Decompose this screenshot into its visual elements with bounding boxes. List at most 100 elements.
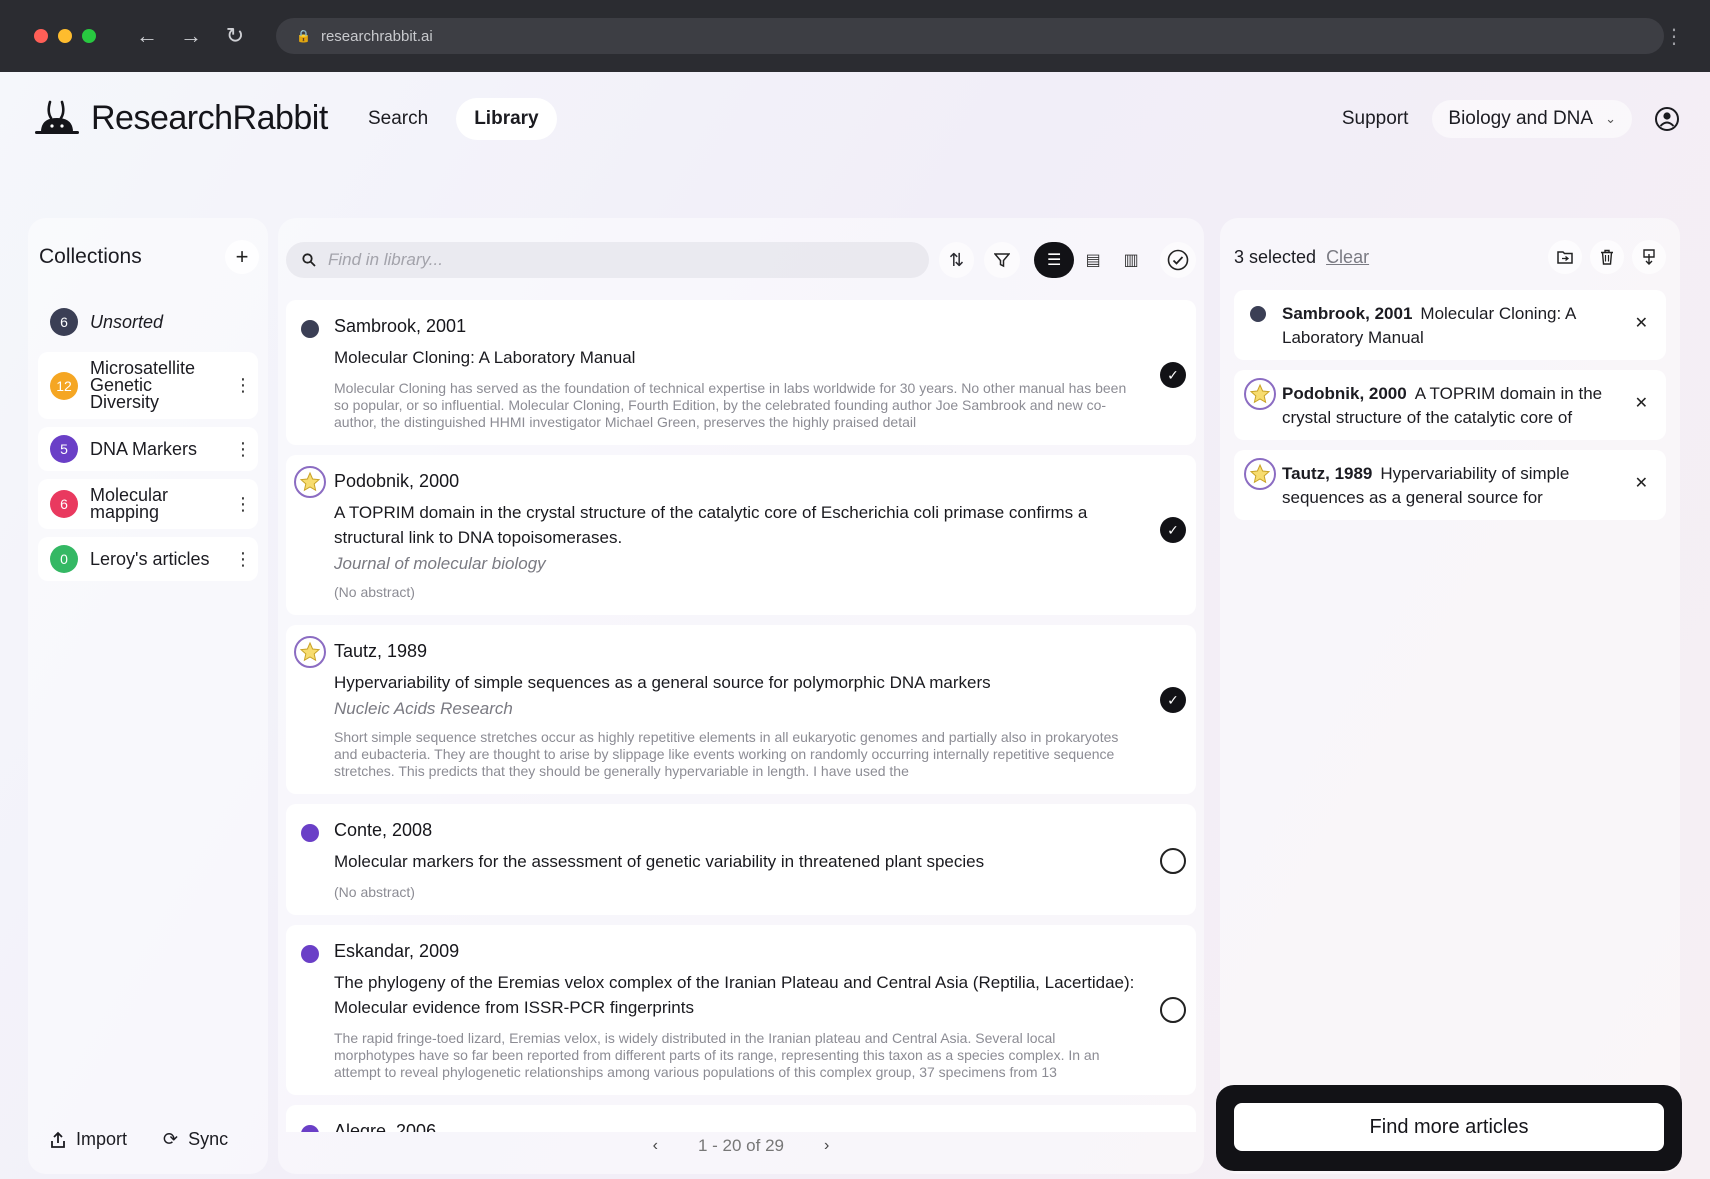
sync-label: Sync bbox=[188, 1129, 229, 1149]
collections-header: Collections + bbox=[39, 240, 259, 274]
brand-logo[interactable]: ResearchRabbit bbox=[33, 98, 328, 138]
browser-menu-icon[interactable]: ⋮ bbox=[1664, 24, 1684, 49]
compact-view-button[interactable]: ▤ bbox=[1074, 242, 1112, 278]
article-marker bbox=[1244, 458, 1276, 490]
library-panel: ⇅ ☰ ▤ ▥ bbox=[278, 218, 1204, 1174]
list-view-button[interactable]: ☰ bbox=[1034, 242, 1075, 278]
collection-count-badge: 6 bbox=[50, 308, 78, 336]
remove-selection-icon[interactable]: ✕ bbox=[1635, 312, 1648, 336]
article-card[interactable]: Podobnik, 2000 A TOPRIM domain in the cr… bbox=[286, 455, 1196, 615]
maximize-window-button[interactable] bbox=[82, 29, 96, 43]
column-view-button[interactable]: ▥ bbox=[1112, 242, 1150, 278]
forward-arrow-icon[interactable]: → bbox=[180, 23, 202, 49]
article-select-checkbox[interactable] bbox=[1160, 997, 1186, 1023]
collection-item-molecular-mapping[interactable]: 6 Molecular mapping ⋮ bbox=[38, 479, 258, 529]
url-text: researchrabbit.ai bbox=[320, 27, 433, 45]
selected-article[interactable]: Sambrook, 2001 Molecular Cloning: A Labor… bbox=[1234, 290, 1666, 360]
collection-item-dna-markers[interactable]: 5 DNA Markers ⋮ bbox=[38, 427, 258, 471]
support-link[interactable]: Support bbox=[1332, 100, 1419, 138]
clear-selection-link[interactable]: Clear bbox=[1326, 247, 1369, 268]
nav-tab-search[interactable]: Search bbox=[350, 98, 446, 140]
article-select-checkbox[interactable] bbox=[1160, 848, 1186, 874]
topbar: ResearchRabbit Search Library Support Bi… bbox=[0, 72, 1710, 172]
article-author: Podobnik, 2000 bbox=[334, 471, 460, 491]
collections-panel: Collections + 6 Unsorted 12 Microsatelli… bbox=[28, 218, 268, 1174]
article-card[interactable]: Alegre, 2006 bbox=[286, 1105, 1196, 1132]
add-collection-button[interactable]: + bbox=[225, 240, 259, 274]
browser-nav: ← → ↻ bbox=[136, 23, 246, 49]
back-arrow-icon[interactable]: ← bbox=[136, 23, 158, 49]
article-card[interactable]: Tautz, 1989 Hypervariability of simple s… bbox=[286, 625, 1196, 794]
chevron-right-icon[interactable]: › bbox=[824, 1137, 829, 1155]
collection-name: Leroy's articles bbox=[90, 548, 210, 569]
star-icon bbox=[1244, 458, 1276, 490]
move-to-collection-button[interactable] bbox=[1548, 240, 1582, 274]
article-card[interactable]: Eskandar, 2009 The phylogeny of the Erem… bbox=[286, 925, 1196, 1095]
more-options-icon[interactable]: ⋮ bbox=[234, 494, 252, 515]
article-journal: Journal of molecular biology bbox=[334, 554, 546, 573]
selected-article-author: Tautz, 1989 bbox=[1282, 464, 1373, 483]
reload-icon[interactable]: ↻ bbox=[224, 23, 246, 49]
article-abstract: (No abstract) bbox=[334, 584, 415, 600]
check-circle-icon bbox=[1167, 249, 1189, 271]
collections-title: Collections bbox=[39, 245, 142, 268]
collection-item-unsorted[interactable]: 6 Unsorted bbox=[38, 300, 258, 344]
selected-article[interactable]: Podobnik, 2000 A TOPRIM domain in the cry… bbox=[1234, 370, 1666, 440]
address-bar[interactable]: 🔒 researchrabbit.ai bbox=[276, 18, 1664, 54]
article-title[interactable]: Molecular markers for the assessment of … bbox=[334, 849, 1136, 874]
selection-header: 3 selected Clear bbox=[1234, 240, 1666, 274]
article-card[interactable]: Sambrook, 2001 Molecular Cloning: A Labo… bbox=[286, 300, 1196, 445]
sync-icon: ⟳ bbox=[163, 1129, 179, 1149]
close-window-button[interactable] bbox=[34, 29, 48, 43]
chevron-left-icon[interactable]: ‹ bbox=[653, 1137, 658, 1155]
user-account-icon[interactable] bbox=[1654, 106, 1680, 132]
article-marker bbox=[298, 943, 319, 963]
more-options-icon[interactable]: ⋮ bbox=[234, 439, 252, 460]
collection-item-microsatellite[interactable]: 12 Microsatellite Genetic Diversity ⋮ bbox=[38, 352, 258, 419]
remove-selection-icon[interactable]: ✕ bbox=[1635, 392, 1648, 416]
more-options-icon[interactable]: ⋮ bbox=[234, 549, 252, 570]
collection-name: Microsatellite Genetic Diversity bbox=[90, 358, 196, 412]
article-abstract: Molecular Cloning has served as the foun… bbox=[334, 380, 1127, 430]
article-select-checkbox[interactable]: ✓ bbox=[1160, 517, 1186, 543]
collection-name: Unsorted bbox=[90, 311, 164, 332]
collection-dot-icon bbox=[1250, 306, 1266, 322]
minimize-window-button[interactable] bbox=[58, 29, 72, 43]
brand-name: ResearchRabbit bbox=[91, 98, 328, 137]
article-card[interactable]: Conte, 2008 Molecular markers for the as… bbox=[286, 804, 1196, 915]
export-button[interactable] bbox=[1632, 240, 1666, 274]
article-title[interactable]: A TOPRIM domain in the crystal structure… bbox=[334, 500, 1136, 550]
more-options-icon[interactable]: ⋮ bbox=[234, 375, 252, 396]
download-icon bbox=[1643, 249, 1655, 265]
article-author: Conte, 2008 bbox=[334, 820, 433, 840]
collection-name: Molecular mapping bbox=[90, 485, 169, 522]
article-title[interactable]: The phylogeny of the Eremias velox compl… bbox=[334, 970, 1136, 1020]
library-search[interactable] bbox=[286, 242, 929, 278]
rows-icon: ▤ bbox=[1085, 252, 1101, 269]
search-input[interactable] bbox=[328, 250, 888, 270]
sort-button[interactable]: ⇅ bbox=[938, 242, 975, 278]
article-title[interactable]: Hypervariability of simple sequences as … bbox=[334, 670, 1136, 695]
article-marker bbox=[1244, 378, 1276, 410]
nav-tab-library[interactable]: Library bbox=[456, 98, 557, 140]
collection-item-leroys-articles[interactable]: 0 Leroy's articles ⋮ bbox=[38, 537, 258, 581]
collection-count-badge: 0 bbox=[50, 545, 78, 573]
selected-article[interactable]: Tautz, 1989 Hypervariability of simple se… bbox=[1234, 450, 1666, 520]
remove-selection-icon[interactable]: ✕ bbox=[1635, 472, 1648, 496]
project-selector[interactable]: Biology and DNA ⌄ bbox=[1432, 100, 1632, 138]
find-more-articles-button[interactable]: Find more articles bbox=[1234, 1103, 1664, 1151]
article-abstract: Short simple sequence stretches occur as… bbox=[334, 729, 1119, 779]
import-button[interactable]: Import bbox=[50, 1129, 127, 1150]
collection-count-badge: 5 bbox=[50, 435, 78, 463]
article-list: Sambrook, 2001 Molecular Cloning: A Labo… bbox=[286, 300, 1196, 1132]
filter-button[interactable] bbox=[984, 242, 1021, 278]
sync-button[interactable]: ⟳ Sync bbox=[163, 1129, 228, 1150]
article-select-checkbox[interactable]: ✓ bbox=[1160, 687, 1186, 713]
delete-button[interactable] bbox=[1590, 240, 1624, 274]
star-icon bbox=[1244, 378, 1276, 410]
select-all-button[interactable] bbox=[1160, 242, 1197, 278]
article-title[interactable]: Molecular Cloning: A Laboratory Manual bbox=[334, 345, 1136, 370]
sort-icon: ⇅ bbox=[948, 249, 965, 270]
collection-dot-icon bbox=[301, 320, 319, 338]
article-select-checkbox[interactable]: ✓ bbox=[1160, 362, 1186, 388]
